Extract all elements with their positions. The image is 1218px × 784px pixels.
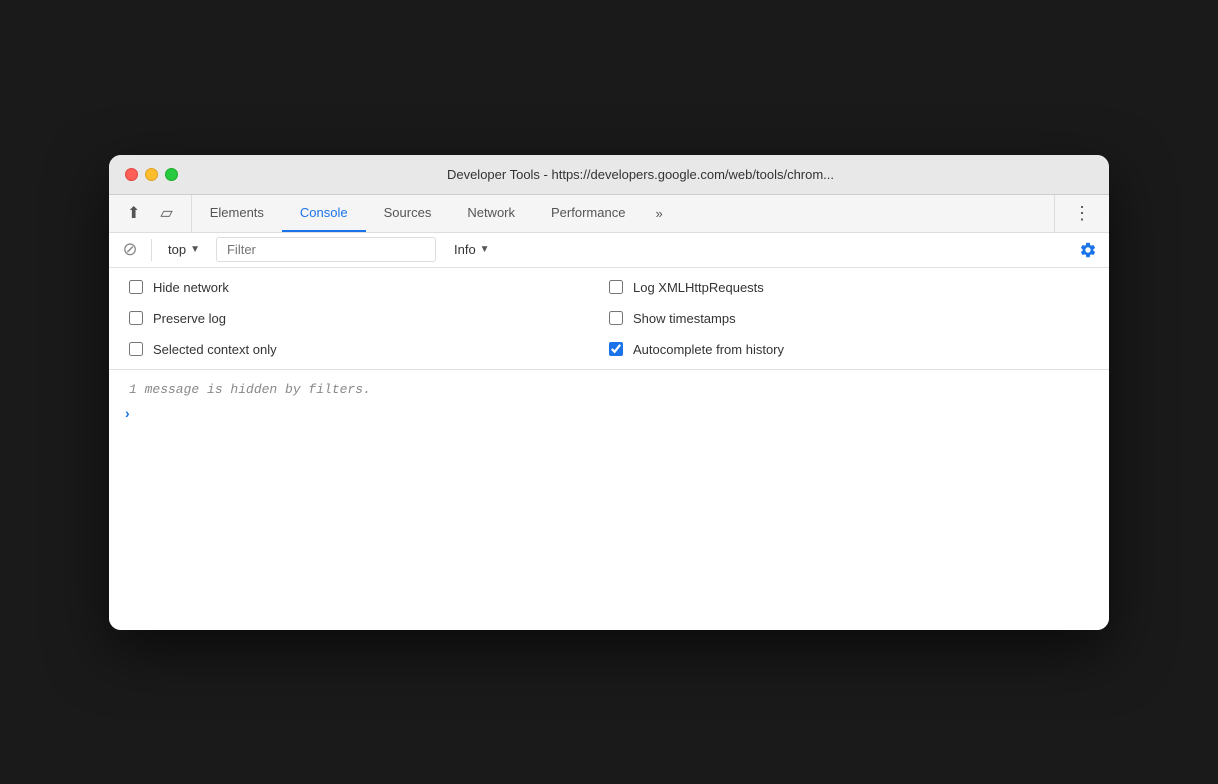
level-label: Info [454, 242, 476, 257]
preserve-log-item[interactable]: Preserve log [129, 311, 609, 326]
show-timestamps-item[interactable]: Show timestamps [609, 311, 1089, 326]
console-content: 1 message is hidden by filters. › [109, 370, 1109, 630]
gear-icon [1079, 241, 1097, 259]
settings-row: Hide network Preserve log Selected conte… [129, 280, 1089, 357]
settings-col-left: Hide network Preserve log Selected conte… [129, 280, 609, 357]
minimize-button[interactable] [145, 168, 158, 181]
menu-dots-button[interactable]: ⋮ [1067, 199, 1097, 228]
toolbar-menu: ⋮ [1054, 195, 1109, 232]
preserve-log-label: Preserve log [153, 311, 226, 326]
selected-context-item[interactable]: Selected context only [129, 342, 609, 357]
autocomplete-history-label: Autocomplete from history [633, 342, 784, 357]
hide-network-checkbox[interactable] [129, 280, 143, 294]
context-dropdown-arrow: ▼ [190, 244, 200, 255]
hide-network-item[interactable]: Hide network [129, 280, 609, 295]
hidden-message: 1 message is hidden by filters. [109, 378, 1109, 401]
show-timestamps-label: Show timestamps [633, 311, 736, 326]
toolbar-icons: ⬆ ▱ [109, 195, 192, 232]
settings-panel: Hide network Preserve log Selected conte… [109, 268, 1109, 370]
log-xmlhttp-label: Log XMLHttpRequests [633, 280, 764, 295]
traffic-lights [125, 168, 178, 181]
preserve-log-checkbox[interactable] [129, 311, 143, 325]
close-button[interactable] [125, 168, 138, 181]
divider [151, 239, 152, 261]
tab-sources[interactable]: Sources [366, 195, 450, 232]
autocomplete-history-item[interactable]: Autocomplete from history [609, 342, 1089, 357]
tab-performance[interactable]: Performance [533, 195, 643, 232]
cursor-icon: ⬆ [127, 203, 140, 223]
toolbar: ⬆ ▱ Elements Console Sources Network Per… [109, 195, 1109, 233]
console-chevron[interactable]: › [117, 405, 138, 421]
maximize-button[interactable] [165, 168, 178, 181]
log-xmlhttp-checkbox[interactable] [609, 280, 623, 294]
tab-more[interactable]: » [643, 195, 674, 232]
autocomplete-history-checkbox[interactable] [609, 342, 623, 356]
tab-network[interactable]: Network [449, 195, 533, 232]
filter-input[interactable] [216, 237, 436, 262]
device-icon: ▱ [160, 203, 172, 223]
window-title: Developer Tools - https://developers.goo… [188, 167, 1093, 182]
tab-console[interactable]: Console [282, 195, 366, 232]
console-toolbar: ⊘ top ▼ Info ▼ [109, 233, 1109, 268]
inspect-element-button[interactable]: ⬆ [121, 197, 146, 229]
no-entry-icon: ⊘ [122, 239, 137, 260]
context-selector[interactable]: top ▼ [160, 239, 208, 260]
hide-network-label: Hide network [153, 280, 229, 295]
level-dropdown-arrow: ▼ [480, 244, 490, 255]
device-toggle-button[interactable]: ▱ [154, 197, 178, 229]
selected-context-label: Selected context only [153, 342, 277, 357]
console-prompt-row: › [109, 401, 1109, 425]
tabs-container: Elements Console Sources Network Perform… [192, 195, 1054, 232]
context-label: top [168, 242, 186, 257]
settings-col-right: Log XMLHttpRequests Show timestamps Auto… [609, 280, 1089, 357]
show-timestamps-checkbox[interactable] [609, 311, 623, 325]
clear-console-button[interactable]: ⊘ [117, 237, 143, 263]
settings-gear-button[interactable] [1075, 237, 1101, 263]
selected-context-checkbox[interactable] [129, 342, 143, 356]
tab-elements[interactable]: Elements [192, 195, 282, 232]
title-bar: Developer Tools - https://developers.goo… [109, 155, 1109, 195]
devtools-window: Developer Tools - https://developers.goo… [109, 155, 1109, 630]
level-selector[interactable]: Info ▼ [444, 239, 500, 260]
log-xmlhttp-item[interactable]: Log XMLHttpRequests [609, 280, 1089, 295]
